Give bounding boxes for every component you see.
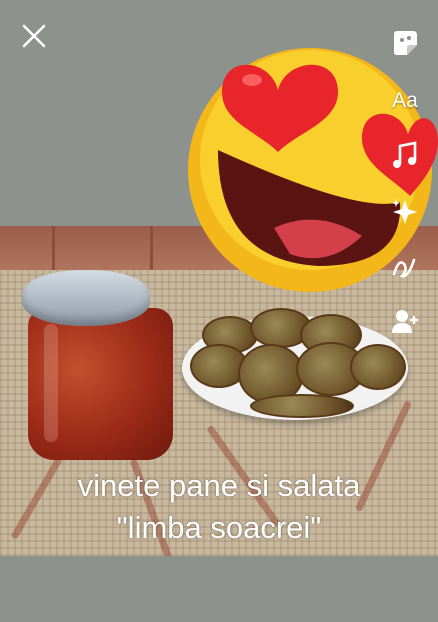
effects-button[interactable] [388, 194, 422, 228]
sparkle-icon [392, 199, 417, 224]
story-caption-line-2[interactable]: "limba soacrei" [0, 510, 438, 546]
story-editor: Aa vinete pane si salata "limba soacrei" [0, 0, 438, 622]
bottom-background [0, 556, 438, 622]
music-button[interactable] [388, 138, 422, 172]
close-icon[interactable] [20, 22, 48, 50]
sticker-icon [394, 31, 417, 55]
sticker-button[interactable] [388, 26, 422, 60]
story-caption-line-1[interactable]: vinete pane si salata [0, 468, 438, 504]
tag-button[interactable] [388, 304, 422, 338]
music-note-icon [393, 141, 417, 168]
scribble-icon [392, 258, 416, 278]
text-tool-label: Aa [392, 89, 418, 112]
text-button[interactable]: Aa [388, 84, 422, 118]
draw-button[interactable] [388, 250, 422, 284]
jar-lid [22, 270, 150, 326]
tag-person-icon [392, 310, 419, 333]
